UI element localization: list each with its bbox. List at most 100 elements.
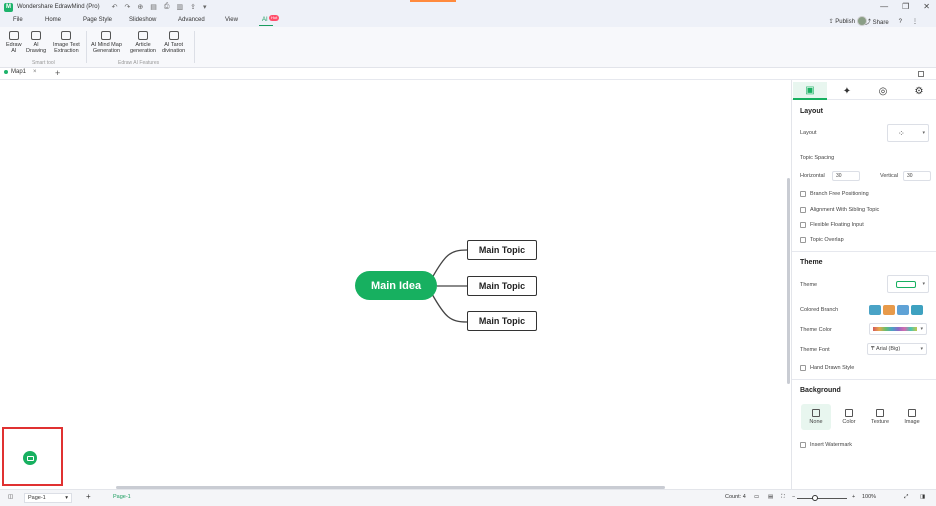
share-button[interactable]: ⤴ Share: [865, 17, 889, 26]
central-topic[interactable]: Main Idea: [355, 271, 437, 300]
outline-view-icon[interactable]: ▤: [768, 494, 773, 500]
article-generation-button[interactable]: Article generation: [130, 31, 156, 54]
node-count: Count: 4: [725, 494, 746, 500]
publish-label: Publish: [835, 19, 855, 25]
section-divider: [792, 379, 936, 380]
panel-tab-page-format[interactable]: ▣: [793, 82, 827, 100]
article-generation-label-2: generation: [130, 48, 156, 54]
floating-ai-button[interactable]: [23, 451, 37, 465]
zoom-slider[interactable]: [797, 498, 847, 499]
bg-option-image[interactable]: Image: [897, 404, 927, 430]
alignment-sibling-checkbox[interactable]: Alignment With Sibling Topic: [800, 207, 879, 213]
restore-icon[interactable]: [918, 71, 924, 77]
close-button[interactable]: ✕: [923, 2, 930, 11]
menu-file[interactable]: File: [13, 17, 23, 23]
ai-drawing-button[interactable]: AI Drawing: [26, 31, 46, 54]
edraw-ai-icon: [8, 31, 19, 40]
help-icon[interactable]: ?: [899, 19, 902, 25]
topic-overlap-checkbox[interactable]: Topic Overlap: [800, 237, 844, 243]
main-topic-node[interactable]: Main Topic: [467, 240, 537, 260]
zoom-out-button[interactable]: −: [792, 494, 795, 500]
customize-icon[interactable]: ▾: [203, 3, 207, 11]
flexible-floating-input-label: Flexible Floating Input: [810, 222, 864, 228]
maximize-button[interactable]: ❐: [902, 2, 909, 11]
app-logo-icon: M: [4, 2, 13, 12]
publish-button[interactable]: ⇪ Publish: [829, 18, 855, 25]
panel-toggle-icon[interactable]: ◨: [920, 494, 925, 500]
layout-section-title: Layout: [800, 108, 823, 115]
edraw-ai-button[interactable]: Edraw AI: [6, 31, 22, 54]
flexible-floating-input-checkbox[interactable]: Flexible Floating Input: [800, 222, 864, 228]
horizontal-value: 30: [836, 173, 842, 179]
colored-branch-option[interactable]: [911, 305, 923, 315]
chevron-down-icon: ▾: [920, 346, 923, 352]
theme-color-dropdown[interactable]: ▾: [869, 323, 927, 335]
bg-option-none[interactable]: None: [801, 404, 831, 430]
color-icon: [845, 409, 853, 417]
branch-free-positioning-checkbox[interactable]: Branch Free Positioning: [800, 191, 869, 197]
panel-tab-settings[interactable]: ⚙: [902, 82, 936, 100]
menu-page-style[interactable]: Page Style: [83, 17, 112, 23]
undo-icon[interactable]: ↶: [112, 3, 118, 11]
fit-page-icon[interactable]: ▭: [754, 494, 759, 500]
image-text-extraction-button[interactable]: Image Text Extraction: [53, 31, 80, 54]
panel-tab-location[interactable]: ◎: [866, 82, 900, 100]
menu-home[interactable]: Home: [45, 17, 61, 23]
insert-watermark-checkbox[interactable]: Insert Watermark: [800, 442, 852, 448]
menu-slideshow[interactable]: Slideshow: [129, 17, 156, 23]
ai-tarot-divination-button[interactable]: AI Tarot divination: [162, 31, 185, 54]
theme-dropdown[interactable]: ▾: [887, 275, 929, 293]
add-page-button[interactable]: +: [86, 492, 91, 501]
title-accent-line: [410, 0, 456, 2]
horizontal-label: Horizontal: [800, 173, 825, 179]
page-panel-icon[interactable]: ◫: [8, 494, 13, 500]
page-tab[interactable]: Page-1: [113, 494, 131, 500]
main-topic-node[interactable]: Main Topic: [467, 276, 537, 296]
colored-branch-option[interactable]: [897, 305, 909, 315]
doc-icon: [4, 70, 8, 74]
fit-window-icon[interactable]: ⤢: [904, 494, 908, 501]
hot-badge: Hot: [269, 15, 280, 21]
vertical-spacing-input[interactable]: 30: [903, 171, 931, 181]
more-icon[interactable]: ⋮: [912, 18, 918, 25]
minimize-button[interactable]: —: [880, 2, 888, 11]
colored-branch-option[interactable]: [869, 305, 881, 315]
ai-drawing-icon: [31, 31, 42, 40]
menu-ai[interactable]: AI: [262, 17, 268, 23]
theme-font-dropdown[interactable]: ₸ Arial (Big) ▾: [867, 343, 927, 355]
zoom-level[interactable]: 100%: [862, 494, 876, 500]
menu-view[interactable]: View: [225, 17, 238, 23]
theme-label: Theme: [800, 282, 818, 288]
chevron-down-icon: ▾: [922, 281, 925, 287]
image-text-extraction-label-2: Extraction: [54, 48, 79, 54]
menu-advanced[interactable]: Advanced: [178, 17, 205, 23]
page-select-dropdown[interactable]: Page-1 ▾: [24, 493, 72, 503]
colored-branch-option[interactable]: [883, 305, 895, 315]
zoom-slider-handle[interactable]: [812, 495, 818, 501]
zoom-in-button[interactable]: +: [852, 494, 855, 500]
ai-mind-map-generation-button[interactable]: AI Mind Map Generation: [91, 31, 122, 54]
bg-option-color[interactable]: Color: [834, 404, 864, 430]
redo-icon[interactable]: ↷: [124, 3, 130, 11]
theme-font-label: Theme Font: [800, 347, 830, 353]
panel-tab-ai[interactable]: ✦: [830, 82, 864, 100]
horizontal-spacing-input[interactable]: 30: [832, 171, 860, 181]
status-bar: ◫ Page-1 ▾ + Page-1 Count: 4 ▭ ▤ ⛶ − + 1…: [0, 489, 936, 506]
add-tab-button[interactable]: +: [55, 68, 60, 78]
new-icon[interactable]: ⊕: [137, 3, 143, 11]
print-icon[interactable]: ⎙: [164, 3, 170, 11]
ai-mind-map-label-2: Generation: [92, 48, 121, 54]
tab-close-icon[interactable]: ×: [33, 69, 37, 75]
vertical-scrollbar[interactable]: [787, 178, 790, 384]
bg-option-texture[interactable]: Texture: [865, 404, 895, 430]
export-icon[interactable]: ⇪: [190, 3, 196, 11]
save-icon[interactable]: ▥: [176, 3, 183, 11]
main-topic-node[interactable]: Main Topic: [467, 311, 537, 331]
hand-drawn-style-checkbox[interactable]: Hand Drawn Style: [800, 365, 854, 371]
tab-map1[interactable]: Map1 ×: [4, 69, 37, 75]
background-section-title: Background: [800, 387, 841, 394]
open-icon[interactable]: ▤: [150, 3, 157, 11]
fullscreen-icon[interactable]: ⛶: [781, 494, 785, 501]
checkbox-box: [800, 442, 806, 448]
layout-dropdown[interactable]: ⁘ ▾: [887, 124, 929, 142]
